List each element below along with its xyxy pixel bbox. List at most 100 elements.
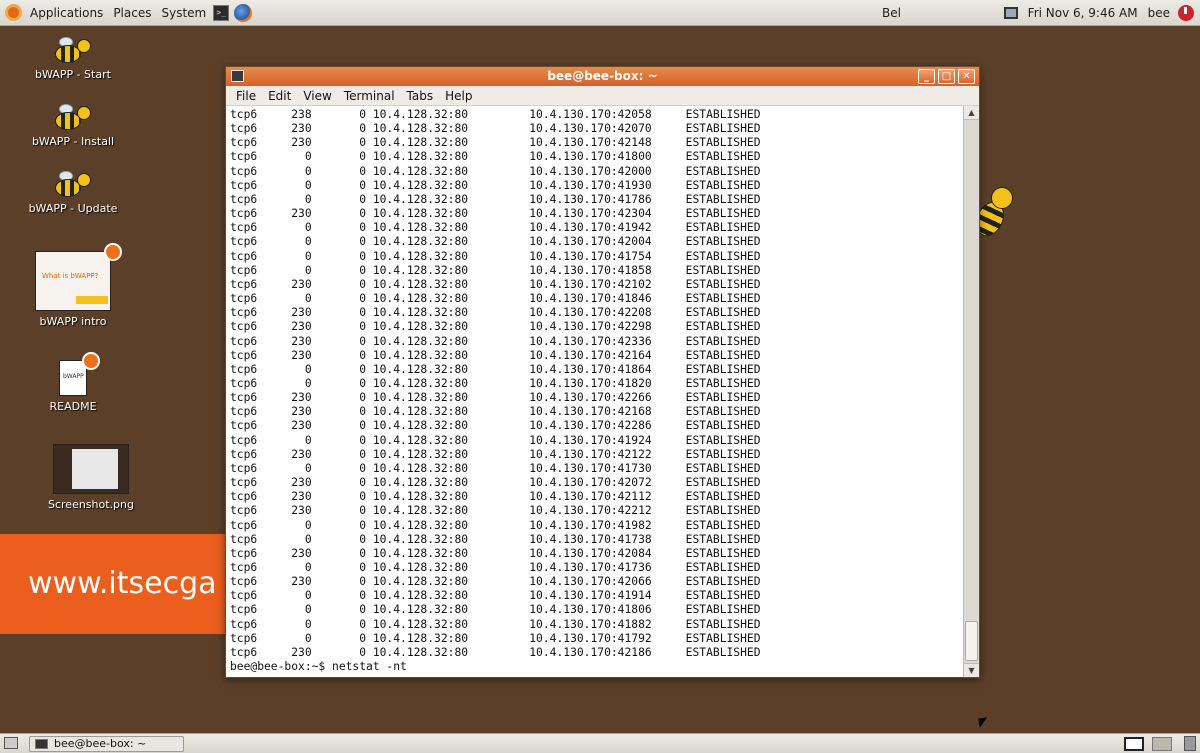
clock[interactable]: Fri Nov 6, 9:46 AM <box>1028 6 1138 20</box>
netstat-row: tcp6 0 0 10.4.128.32:80 10.4.130.170:420… <box>230 164 761 178</box>
bee-icon <box>55 171 91 199</box>
netstat-row: tcp6 230 0 10.4.128.32:80 10.4.130.170:4… <box>230 277 761 291</box>
desktop-icon-bwapp-install[interactable]: bWAPP - Install <box>18 104 128 148</box>
netstat-row: tcp6 230 0 10.4.128.32:80 10.4.130.170:4… <box>230 645 761 659</box>
netstat-row: tcp6 230 0 10.4.128.32:80 10.4.130.170:4… <box>230 490 761 504</box>
menu-terminal[interactable]: Terminal <box>338 89 401 103</box>
netstat-row: tcp6 0 0 10.4.128.32:80 10.4.130.170:420… <box>230 235 761 249</box>
maximize-icon[interactable]: □ <box>938 69 955 84</box>
netstat-row: tcp6 230 0 10.4.128.32:80 10.4.130.170:4… <box>230 320 761 334</box>
netstat-row: tcp6 230 0 10.4.128.32:80 10.4.130.170:4… <box>230 334 761 348</box>
netstat-row: tcp6 230 0 10.4.128.32:80 10.4.130.170:4… <box>230 136 761 150</box>
netstat-row: tcp6 0 0 10.4.128.32:80 10.4.130.170:417… <box>230 532 761 546</box>
wallpaper-banner: www.itsecga <box>0 534 230 634</box>
desktop-icon-bwapp-update[interactable]: bWAPP - Update <box>18 171 128 215</box>
menu-view[interactable]: View <box>297 89 337 103</box>
netstat-row: tcp6 230 0 10.4.128.32:80 10.4.130.170:4… <box>230 391 761 405</box>
netstat-row: tcp6 0 0 10.4.128.32:80 10.4.130.170:418… <box>230 150 761 164</box>
desktop-icon-label: README <box>49 400 97 413</box>
desktop-icon-bwapp-intro[interactable]: What is bWAPP? bWAPP intro <box>18 243 128 328</box>
desktop-icon-label: Screenshot.png <box>48 498 134 511</box>
scroll-down-icon[interactable]: ▼ <box>964 663 979 677</box>
menu-places[interactable]: Places <box>108 0 156 26</box>
netstat-row: tcp6 230 0 10.4.128.32:80 10.4.130.170:4… <box>230 447 761 461</box>
taskbar-window-label: bee@bee-box: ~ <box>54 737 147 750</box>
document-thumbnail-icon: What is bWAPP? <box>35 251 111 311</box>
menu-edit[interactable]: Edit <box>262 89 297 103</box>
netstat-row: tcp6 0 0 10.4.128.32:80 10.4.130.170:419… <box>230 518 761 532</box>
panel-center-label: Bel <box>882 6 901 20</box>
window-menu-icon[interactable] <box>231 70 244 82</box>
lock-icon <box>104 243 122 261</box>
image-thumbnail-icon <box>53 444 129 494</box>
netstat-output: tcp6 238 0 10.4.128.32:80 10.4.130.170:4… <box>230 108 964 660</box>
terminal-output[interactable]: tcp6 238 0 10.4.128.32:80 10.4.130.170:4… <box>226 106 964 677</box>
scrollbar-thumb[interactable] <box>965 621 978 661</box>
desktop-icon-label: bWAPP intro <box>39 315 107 328</box>
netstat-row: tcp6 230 0 10.4.128.32:80 10.4.130.170:4… <box>230 546 761 560</box>
netstat-row: tcp6 230 0 10.4.128.32:80 10.4.130.170:4… <box>230 405 761 419</box>
close-icon[interactable]: ✕ <box>958 69 975 84</box>
show-desktop-icon[interactable] <box>4 737 18 749</box>
netstat-row: tcp6 0 0 10.4.128.32:80 10.4.130.170:417… <box>230 249 761 263</box>
netstat-row: tcp6 230 0 10.4.128.32:80 10.4.130.170:4… <box>230 122 761 136</box>
trash-icon[interactable] <box>1184 736 1196 751</box>
netstat-row: tcp6 230 0 10.4.128.32:80 10.4.130.170:4… <box>230 575 761 589</box>
bottom-panel: bee@bee-box: ~ <box>0 733 1200 753</box>
thumb-title: What is bWAPP? <box>42 272 99 280</box>
netstat-row: tcp6 0 0 10.4.128.32:80 10.4.130.170:419… <box>230 178 761 192</box>
desktop-icon-label: bWAPP - Start <box>35 68 111 81</box>
terminal-prompt[interactable]: bee@bee-box:~$ netstat -nt <box>230 660 964 674</box>
workspace-2[interactable] <box>1152 737 1172 751</box>
netstat-row: tcp6 0 0 10.4.128.32:80 10.4.130.170:417… <box>230 631 761 645</box>
netstat-row: tcp6 230 0 10.4.128.32:80 10.4.130.170:4… <box>230 207 761 221</box>
bee-icon <box>55 104 91 132</box>
netstat-row: tcp6 230 0 10.4.128.32:80 10.4.130.170:4… <box>230 348 761 362</box>
netstat-row: tcp6 230 0 10.4.128.32:80 10.4.130.170:4… <box>230 419 761 433</box>
menu-file[interactable]: File <box>230 89 262 103</box>
netstat-row: tcp6 0 0 10.4.128.32:80 10.4.130.170:419… <box>230 221 761 235</box>
terminal-scrollbar[interactable]: ▲ ▼ <box>963 106 979 677</box>
desktop-icon-readme[interactable]: bWAPP README <box>18 352 128 413</box>
taskbar-window-button[interactable]: bee@bee-box: ~ <box>29 736 184 752</box>
ubuntu-logo-icon[interactable] <box>5 4 22 21</box>
readme-thumb-text: bWAPP <box>63 373 84 380</box>
window-titlebar[interactable]: bee@bee-box: ~ _ □ ✕ <box>226 67 979 86</box>
menu-help[interactable]: Help <box>439 89 478 103</box>
terminal-window[interactable]: bee@bee-box: ~ _ □ ✕ File Edit View Term… <box>225 66 980 678</box>
netstat-row: tcp6 238 0 10.4.128.32:80 10.4.130.170:4… <box>230 108 761 121</box>
netstat-row: tcp6 0 0 10.4.128.32:80 10.4.130.170:417… <box>230 461 761 475</box>
netstat-row: tcp6 230 0 10.4.128.32:80 10.4.130.170:4… <box>230 306 761 320</box>
workspace-1[interactable] <box>1124 737 1144 751</box>
netstat-row: tcp6 0 0 10.4.128.32:80 10.4.130.170:418… <box>230 263 761 277</box>
menu-tabs[interactable]: Tabs <box>401 89 440 103</box>
menu-system[interactable]: System <box>156 0 211 26</box>
minimize-icon[interactable]: _ <box>918 69 935 84</box>
terminal-menubar: File Edit View Terminal Tabs Help <box>226 86 979 106</box>
top-panel: Applications Places System >_ Bel Fri No… <box>0 0 1200 26</box>
power-icon[interactable] <box>1178 5 1194 21</box>
netstat-row: tcp6 0 0 10.4.128.32:80 10.4.130.170:418… <box>230 292 761 306</box>
desktop-icon-screenshot[interactable]: Screenshot.png <box>36 444 146 511</box>
desktop-icon-label: bWAPP - Install <box>31 135 115 148</box>
scroll-up-icon[interactable]: ▲ <box>964 106 979 120</box>
lock-icon <box>82 352 100 370</box>
netstat-row: tcp6 0 0 10.4.128.32:80 10.4.130.170:419… <box>230 589 761 603</box>
netstat-row: tcp6 0 0 10.4.128.32:80 10.4.130.170:419… <box>230 433 761 447</box>
user-name[interactable]: bee <box>1148 6 1170 20</box>
netstat-row: tcp6 230 0 10.4.128.32:80 10.4.130.170:4… <box>230 504 761 518</box>
desktop-icon-bwapp-start[interactable]: bWAPP - Start <box>18 37 128 81</box>
bee-icon <box>55 37 91 65</box>
mouse-cursor-icon <box>978 717 989 728</box>
desktop-icon-label: bWAPP - Update <box>28 202 118 215</box>
netstat-row: tcp6 0 0 10.4.128.32:80 10.4.130.170:417… <box>230 561 761 574</box>
terminal-launcher-icon[interactable]: >_ <box>213 4 230 21</box>
menu-applications[interactable]: Applications <box>25 0 108 26</box>
network-icon[interactable] <box>1003 7 1018 19</box>
terminal-icon <box>35 739 48 749</box>
window-title: bee@bee-box: ~ <box>547 69 658 83</box>
netstat-row: tcp6 230 0 10.4.128.32:80 10.4.130.170:4… <box>230 476 761 490</box>
netstat-row: tcp6 0 0 10.4.128.32:80 10.4.130.170:418… <box>230 603 761 617</box>
firefox-launcher-icon[interactable] <box>234 3 253 22</box>
netstat-row: tcp6 0 0 10.4.128.32:80 10.4.130.170:418… <box>230 362 761 376</box>
